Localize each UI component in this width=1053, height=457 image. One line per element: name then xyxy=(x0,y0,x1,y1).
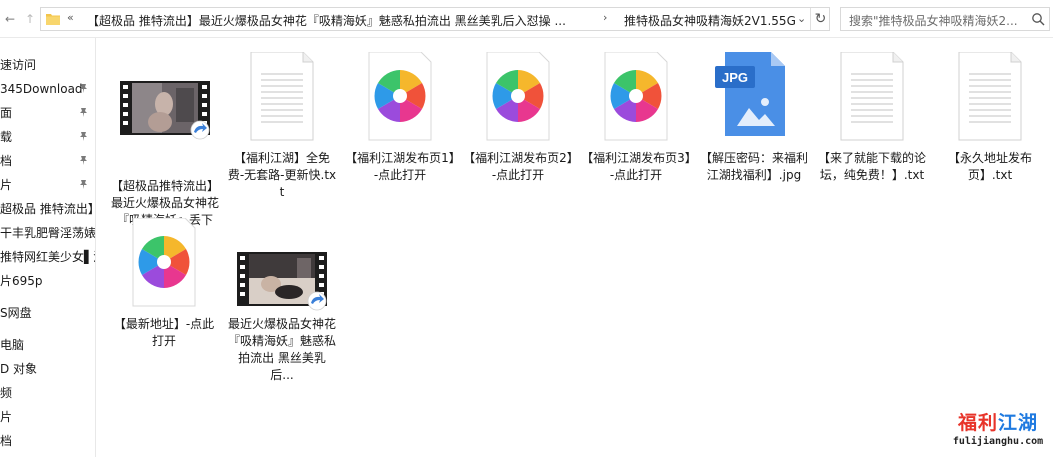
pin-icon xyxy=(80,132,87,141)
navigation-pane: 速访问 345Download 面 载 档 片 超极品 推特流出】 干丰乳肥臀淫… xyxy=(0,38,96,457)
breadcrumb-parent-folder[interactable]: 【超极品 推特流出】最近火爆极品女神花『吸精海妖』魅惑私拍流出 黑丝美乳后入怼操… xyxy=(87,12,566,29)
sidebar-item-folder-4[interactable]: 片695p xyxy=(0,270,95,292)
pin-icon xyxy=(80,108,87,117)
sidebar-item-folder-3[interactable]: 推特网红美少女▌沐 xyxy=(0,246,95,268)
file-name: 【解压密码：来福利江湖找福利】.jpg xyxy=(699,151,808,182)
text-file-icon xyxy=(958,52,1022,141)
file-name: 【来了就能下载的论坛，纯免费！】.txt xyxy=(817,151,926,182)
watermark-logo: 福利江湖 fulijianghu.com xyxy=(946,408,1050,454)
browser-shortcut-icon xyxy=(604,52,668,141)
file-name: 最近火爆极品女神花『吸精海妖』魅惑私拍流出 黑丝美乳后... xyxy=(227,317,336,382)
sidebar-item-quick-access[interactable]: 速访问 xyxy=(0,54,95,76)
sidebar-item-folder-2[interactable]: 干丰乳肥臀淫荡婊 xyxy=(0,222,95,244)
browser-shortcut-icon xyxy=(132,218,196,307)
sidebar-item-3d-objects[interactable]: D 对象 xyxy=(0,358,95,380)
file-list: 【超极品推特流出】最近火爆极品女神花『吸精海妖』丢下姐... 【福利江湖】全免费… xyxy=(97,38,1053,457)
back-arrow-icon: ← xyxy=(4,12,16,26)
sidebar-item-desktop[interactable]: 面 xyxy=(0,102,95,124)
search-icon[interactable] xyxy=(1031,12,1045,26)
address-toolbar: ← ↑ « 【超极品 推特流出】最近火爆极品女神花『吸精海妖』魅惑私拍流出 黑丝… xyxy=(0,0,1053,38)
sidebar-item-documents[interactable]: 档 xyxy=(0,150,95,172)
sidebar-item-folder-1[interactable]: 超极品 推特流出】 xyxy=(0,198,95,220)
file-name: 【最新地址】-点此打开 xyxy=(113,317,215,348)
address-bar[interactable]: « 【超极品 推特流出】最近火爆极品女神花『吸精海妖』魅惑私拍流出 黑丝美乳后入… xyxy=(40,7,830,31)
refresh-icon[interactable]: ↻ xyxy=(810,8,830,30)
sidebar-item-download[interactable]: 345Download xyxy=(0,78,95,100)
file-name: 【福利江湖】全免费-无套路-更新快.txt xyxy=(227,151,337,199)
file-name: 【福利江湖发布页3】-点此打开 xyxy=(581,151,691,182)
pin-icon xyxy=(80,180,87,189)
search-box[interactable]: 搜索"推特极品女神吸精海妖2... xyxy=(840,7,1050,31)
back-button[interactable]: ← xyxy=(0,9,20,29)
video-thumbnail-icon xyxy=(120,81,210,140)
jpg-file-icon: JPG xyxy=(715,52,785,136)
sidebar-item-wps-cloud[interactable]: S网盘 xyxy=(0,302,95,324)
text-file-icon xyxy=(250,52,314,141)
file-name: 【福利江湖发布页2】-点此打开 xyxy=(463,151,573,182)
search-input[interactable]: 搜索"推特极品女神吸精海妖2... xyxy=(849,12,1029,29)
sidebar-item-pictures[interactable]: 片 xyxy=(0,174,95,196)
jpg-badge: JPG xyxy=(722,70,748,85)
sidebar-item-this-pc[interactable]: 电脑 xyxy=(0,334,95,356)
pin-icon xyxy=(80,156,87,165)
sidebar-item-pictures-pc[interactable]: 片 xyxy=(0,406,95,428)
breadcrumb-current-folder[interactable]: 推特极品女神吸精海妖2V1.55G xyxy=(624,12,796,29)
file-name: 【福利江湖发布页1】-点此打开 xyxy=(345,151,455,182)
text-file-icon xyxy=(840,52,904,141)
folder-icon xyxy=(46,14,60,25)
file-name: 【永久地址发布页】.txt xyxy=(947,151,1032,182)
pin-icon xyxy=(80,84,87,93)
sidebar-item-downloads[interactable]: 载 xyxy=(0,126,95,148)
breadcrumb-overflow[interactable]: « xyxy=(67,11,74,24)
up-button[interactable]: ↑ xyxy=(20,9,40,29)
browser-shortcut-icon xyxy=(368,52,432,141)
address-dropdown-icon[interactable]: ⌄ xyxy=(797,12,806,25)
sidebar-item-documents-pc[interactable]: 档 xyxy=(0,430,95,452)
watermark-title: 福利江湖 xyxy=(957,412,1039,434)
breadcrumb-separator[interactable]: › xyxy=(603,11,607,24)
up-arrow-icon: ↑ xyxy=(24,12,36,26)
browser-shortcut-icon xyxy=(486,52,550,141)
sidebar-item-videos[interactable]: 频 xyxy=(0,382,95,404)
watermark-url: fulijianghu.com xyxy=(952,436,1044,447)
